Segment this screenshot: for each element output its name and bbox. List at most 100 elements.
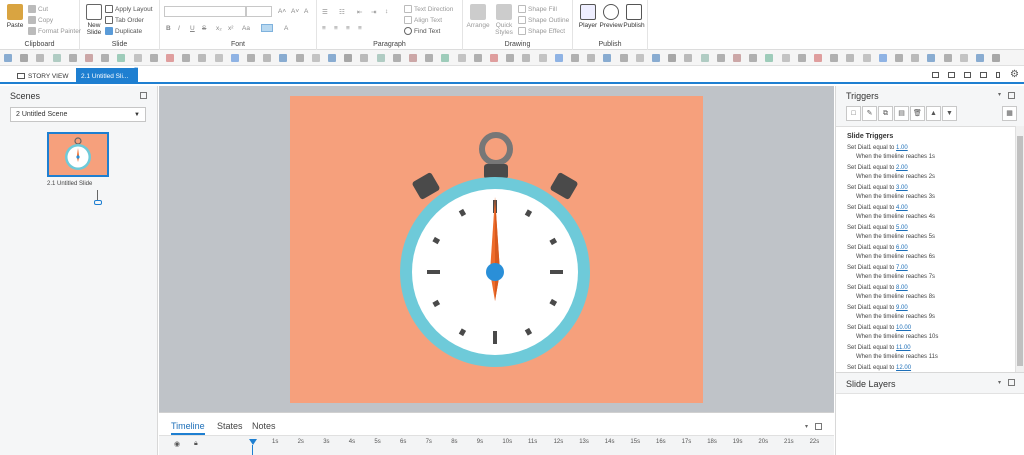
layers-pin-icon[interactable]: [1008, 379, 1015, 386]
toolbar-icon[interactable]: [976, 54, 984, 62]
toolbar-icon[interactable]: [20, 54, 29, 62]
toolbar-icon[interactable]: [830, 54, 839, 62]
toolbar-icon[interactable]: [668, 54, 677, 62]
shape-fill-button[interactable]: Shape Fill: [518, 5, 557, 13]
scene-dropdown[interactable]: 2 Untitled Scene ▼: [10, 107, 146, 122]
toolbar-icon[interactable]: [117, 54, 126, 62]
trigger-item[interactable]: Set Dial1 equal to 11.00 When the timelin…: [847, 344, 938, 362]
toolbar-icon[interactable]: [911, 54, 920, 62]
find-text-button[interactable]: Find Text: [404, 27, 440, 35]
trigger-value-link[interactable]: 6.00: [896, 245, 908, 251]
shape-effect-button[interactable]: Shape Effect: [518, 27, 565, 35]
toolbar-icon[interactable]: [538, 54, 547, 62]
toolbar-icon[interactable]: [149, 54, 158, 62]
timeline-ruler[interactable]: ◉ 🔒︎ 1s 2s 3s 4s 5s 6s 7s 8s 9s 10s 11s 12s 13s 14s 15…: [159, 435, 834, 455]
apply-layout-button[interactable]: Apply Layout: [105, 5, 153, 13]
collapse-icon[interactable]: ▾: [805, 423, 808, 430]
toolbar-icon[interactable]: [506, 54, 515, 62]
toolbar-icon[interactable]: [716, 54, 725, 62]
toolbar-icon[interactable]: [587, 54, 596, 62]
toolbar-icon[interactable]: [522, 54, 531, 62]
paste-button[interactable]: Paste: [4, 4, 26, 29]
trigger-wizard-icon[interactable]: ▦: [1002, 106, 1017, 121]
indent-icon[interactable]: ⇥: [371, 8, 376, 16]
playhead[interactable]: [249, 439, 257, 445]
toolbar-icon[interactable]: [862, 54, 871, 62]
toolbar-icon[interactable]: [360, 54, 369, 62]
toolbar-icon[interactable]: [295, 54, 304, 62]
collapse-icon[interactable]: ▾: [998, 379, 1001, 386]
toolbar-icon[interactable]: [133, 54, 142, 62]
toolbar-icon[interactable]: [571, 54, 579, 62]
toolbar-icon[interactable]: [684, 54, 693, 62]
trigger-value-link[interactable]: 9.00: [896, 305, 908, 311]
tab-order-button[interactable]: Tab Order: [105, 16, 144, 24]
tab-slide[interactable]: 2.1 Untitled Sli...: [76, 68, 138, 84]
justify-icon[interactable]: ≡: [358, 25, 362, 32]
slide-canvas[interactable]: [290, 96, 703, 403]
toolbar-icon[interactable]: [85, 54, 93, 62]
align-right-icon[interactable]: ≡: [346, 25, 350, 32]
toolbar-icon[interactable]: [797, 54, 806, 62]
trigger-item[interactable]: Set Dial1 equal to 9.00 When the timeline…: [847, 304, 935, 322]
tablet-view-icon[interactable]: [964, 72, 971, 78]
duplicate-button[interactable]: Duplicate: [105, 27, 142, 35]
subscript-button[interactable]: x₂: [216, 25, 222, 32]
trigger-value-link[interactable]: 7.00: [896, 265, 908, 271]
toolbar-icon[interactable]: [101, 54, 110, 62]
toolbar-icon[interactable]: [473, 54, 482, 62]
line-spacing-icon[interactable]: ↕: [385, 8, 388, 15]
toolbar-icon[interactable]: [166, 54, 174, 62]
trigger-value-link[interactable]: 2.00: [896, 165, 908, 171]
new-slide-button[interactable]: New Slide: [83, 4, 105, 36]
toolbar-icon[interactable]: [409, 54, 417, 62]
outdent-icon[interactable]: ⇤: [357, 8, 362, 16]
trigger-value-link[interactable]: 12.00: [896, 365, 911, 371]
trigger-item[interactable]: Set Dial1 equal to 5.00 When the timeline…: [847, 224, 935, 242]
toolbar-icon[interactable]: [425, 54, 434, 62]
publish-button[interactable]: Publish: [623, 4, 645, 29]
move-up-icon[interactable]: ▲: [926, 106, 941, 121]
toolbar-icon[interactable]: [700, 54, 709, 62]
toolbar-icon[interactable]: [68, 54, 77, 62]
move-down-icon[interactable]: ▼: [942, 106, 957, 121]
toolbar-icon[interactable]: [263, 54, 272, 62]
collapse-icon[interactable]: ▾: [998, 91, 1001, 98]
pin-icon[interactable]: [140, 92, 147, 99]
preview-button[interactable]: Preview: [599, 4, 623, 29]
trigger-item[interactable]: Set Dial1 equal to 2.00 When the timeline…: [847, 164, 935, 182]
align-text-button[interactable]: Align Text: [404, 16, 442, 24]
toolbar-icon[interactable]: [4, 54, 12, 62]
toolbar-icon[interactable]: [457, 54, 466, 62]
gear-icon[interactable]: ⚙: [1010, 69, 1019, 80]
toolbar-icon[interactable]: [376, 54, 385, 62]
grow-font-icon[interactable]: A˄: [278, 8, 286, 15]
toolbar-icon[interactable]: [765, 54, 774, 62]
trigger-item[interactable]: Set Dial1 equal to 7.00 When the timeline…: [847, 264, 935, 282]
trigger-value-link[interactable]: 10.00: [896, 325, 911, 331]
align-left-icon[interactable]: ≡: [322, 25, 326, 32]
shape-outline-button[interactable]: Shape Outline: [518, 16, 569, 24]
cut-button[interactable]: Cut: [28, 5, 48, 13]
delete-trigger-icon[interactable]: 🗑︎: [910, 106, 925, 121]
toolbar-icon[interactable]: [895, 54, 903, 62]
format-painter-button[interactable]: Format Painter: [28, 27, 81, 35]
toolbar-icon[interactable]: [230, 54, 239, 62]
triggers-pin-icon[interactable]: [1008, 92, 1015, 99]
toolbar-icon[interactable]: [814, 54, 822, 62]
close-tab-icon[interactable]: ×: [134, 66, 138, 73]
normal-view-icon[interactable]: [932, 72, 939, 78]
toolbar-icon[interactable]: [279, 54, 288, 62]
toolbar-icon[interactable]: [943, 54, 952, 62]
font-color-button[interactable]: A: [284, 25, 288, 32]
text-direction-button[interactable]: Text Direction: [404, 5, 453, 13]
tab-notes[interactable]: Notes: [252, 421, 276, 431]
trigger-item[interactable]: Set Dial1 equal to 12.00When the timelin…: [847, 364, 938, 372]
toolbar-icon[interactable]: [36, 54, 45, 62]
highlight-icon[interactable]: [261, 24, 273, 32]
toolbar-icon[interactable]: [52, 54, 61, 62]
toolbar-icon[interactable]: [619, 54, 628, 62]
toolbar-icon[interactable]: [441, 54, 450, 62]
bullets-icon[interactable]: ☰: [322, 8, 328, 16]
trigger-item[interactable]: Set Dial1 equal to 3.00 When the timeline…: [847, 184, 935, 202]
